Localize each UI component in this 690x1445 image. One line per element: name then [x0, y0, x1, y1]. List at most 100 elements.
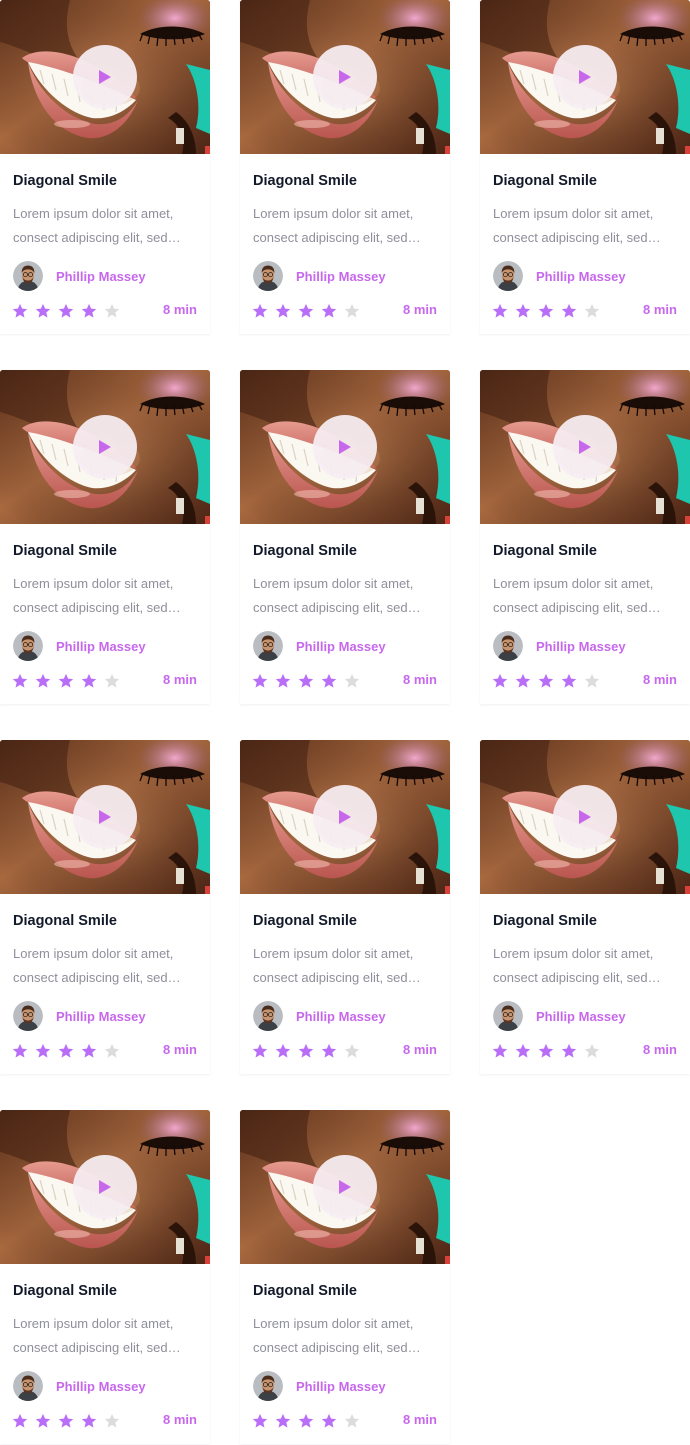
- card-title[interactable]: Diagonal Smile: [493, 913, 597, 929]
- video-card[interactable]: Diagonal Smile Lorem ipsum dolor sit ame…: [480, 0, 690, 334]
- star-rating: [252, 673, 367, 689]
- description-line: Lorem ipsum dolor sit amet,: [13, 206, 174, 221]
- star-rating: [252, 1043, 367, 1059]
- card-title[interactable]: Diagonal Smile: [253, 543, 357, 559]
- card-description: Lorem ipsum dolor sit amet, consect adip…: [13, 202, 198, 250]
- star-filled-icon: [561, 1043, 577, 1058]
- author-avatar: [493, 1001, 523, 1031]
- card-title[interactable]: Diagonal Smile: [13, 173, 117, 189]
- play-button[interactable]: [553, 415, 617, 479]
- card-description: Lorem ipsum dolor sit amet, consect adip…: [253, 202, 438, 250]
- author-avatar: [253, 1001, 283, 1031]
- video-card[interactable]: Diagonal Smile Lorem ipsum dolor sit ame…: [0, 1110, 210, 1444]
- author-link[interactable]: Phillip Massey: [253, 261, 386, 291]
- card-title[interactable]: Diagonal Smile: [13, 543, 117, 559]
- star-filled-icon: [515, 673, 531, 688]
- play-button[interactable]: [73, 415, 137, 479]
- author-link[interactable]: Phillip Massey: [253, 631, 386, 661]
- star-filled-icon: [275, 673, 291, 688]
- star-empty-icon: [104, 1043, 120, 1058]
- play-icon: [579, 810, 591, 824]
- star-filled-icon: [35, 673, 51, 688]
- play-button[interactable]: [313, 415, 377, 479]
- video-duration: 8 min: [403, 672, 437, 687]
- play-button[interactable]: [553, 45, 617, 109]
- play-button[interactable]: [73, 1155, 137, 1219]
- star-filled-icon: [12, 1413, 28, 1428]
- video-thumbnail[interactable]: [0, 740, 210, 894]
- author-name: Phillip Massey: [56, 1378, 146, 1394]
- video-card[interactable]: Diagonal Smile Lorem ipsum dolor sit ame…: [0, 370, 210, 704]
- video-thumbnail[interactable]: [0, 1110, 210, 1264]
- card-title[interactable]: Diagonal Smile: [253, 913, 357, 929]
- card-description: Lorem ipsum dolor sit amet, consect adip…: [253, 942, 438, 990]
- play-button[interactable]: [73, 785, 137, 849]
- play-button[interactable]: [313, 1155, 377, 1219]
- author-link[interactable]: Phillip Massey: [253, 1371, 386, 1401]
- video-card[interactable]: Diagonal Smile Lorem ipsum dolor sit ame…: [240, 740, 450, 1074]
- video-thumbnail[interactable]: [480, 370, 690, 524]
- star-rating: [492, 303, 607, 319]
- card-title[interactable]: Diagonal Smile: [253, 1283, 357, 1299]
- author-link[interactable]: Phillip Massey: [13, 1371, 146, 1401]
- author-link[interactable]: Phillip Massey: [13, 631, 146, 661]
- video-card[interactable]: Diagonal Smile Lorem ipsum dolor sit ame…: [240, 0, 450, 334]
- video-thumbnail[interactable]: [240, 740, 450, 894]
- author-avatar: [253, 261, 283, 291]
- star-filled-icon: [538, 1043, 554, 1058]
- description-line: consect adipiscing elit, sed…: [253, 970, 421, 985]
- star-filled-icon: [275, 1043, 291, 1058]
- description-line: consect adipiscing elit, sed…: [13, 970, 181, 985]
- author-name: Phillip Massey: [56, 268, 146, 284]
- description-line: Lorem ipsum dolor sit amet,: [493, 946, 654, 961]
- video-thumbnail[interactable]: [480, 0, 690, 154]
- card-title[interactable]: Diagonal Smile: [13, 1283, 117, 1299]
- description-line: consect adipiscing elit, sed…: [253, 1340, 421, 1355]
- star-empty-icon: [344, 303, 360, 318]
- video-thumbnail[interactable]: [240, 1110, 450, 1264]
- star-empty-icon: [104, 673, 120, 688]
- play-icon: [99, 810, 111, 824]
- video-card[interactable]: Diagonal Smile Lorem ipsum dolor sit ame…: [0, 0, 210, 334]
- play-button[interactable]: [313, 785, 377, 849]
- video-thumbnail[interactable]: [480, 740, 690, 894]
- card-title[interactable]: Diagonal Smile: [493, 543, 597, 559]
- video-thumbnail[interactable]: [240, 0, 450, 154]
- video-thumbnail[interactable]: [0, 370, 210, 524]
- author-link[interactable]: Phillip Massey: [493, 1001, 626, 1031]
- card-title[interactable]: Diagonal Smile: [493, 173, 597, 189]
- star-rating: [12, 673, 127, 689]
- play-button[interactable]: [313, 45, 377, 109]
- author-link[interactable]: Phillip Massey: [13, 261, 146, 291]
- star-filled-icon: [538, 673, 554, 688]
- author-name: Phillip Massey: [296, 268, 386, 284]
- video-thumbnail[interactable]: [0, 0, 210, 154]
- star-filled-icon: [492, 303, 508, 318]
- video-card[interactable]: Diagonal Smile Lorem ipsum dolor sit ame…: [480, 370, 690, 704]
- play-icon: [339, 70, 351, 84]
- video-card[interactable]: Diagonal Smile Lorem ipsum dolor sit ame…: [240, 1110, 450, 1444]
- video-card[interactable]: Diagonal Smile Lorem ipsum dolor sit ame…: [0, 740, 210, 1074]
- author-link[interactable]: Phillip Massey: [493, 261, 626, 291]
- star-empty-icon: [104, 303, 120, 318]
- card-title[interactable]: Diagonal Smile: [13, 913, 117, 929]
- video-card[interactable]: Diagonal Smile Lorem ipsum dolor sit ame…: [240, 370, 450, 704]
- star-filled-icon: [58, 673, 74, 688]
- star-filled-icon: [298, 673, 314, 688]
- play-icon: [339, 810, 351, 824]
- play-button[interactable]: [73, 45, 137, 109]
- play-button[interactable]: [553, 785, 617, 849]
- card-title[interactable]: Diagonal Smile: [253, 173, 357, 189]
- author-name: Phillip Massey: [536, 638, 626, 654]
- video-thumbnail[interactable]: [240, 370, 450, 524]
- video-card[interactable]: Diagonal Smile Lorem ipsum dolor sit ame…: [480, 740, 690, 1074]
- author-link[interactable]: Phillip Massey: [493, 631, 626, 661]
- author-name: Phillip Massey: [296, 1008, 386, 1024]
- play-icon: [579, 70, 591, 84]
- description-line: consect adipiscing elit, sed…: [253, 230, 421, 245]
- author-name: Phillip Massey: [296, 1378, 386, 1394]
- author-name: Phillip Massey: [56, 1008, 146, 1024]
- author-link[interactable]: Phillip Massey: [13, 1001, 146, 1031]
- star-filled-icon: [321, 303, 337, 318]
- author-link[interactable]: Phillip Massey: [253, 1001, 386, 1031]
